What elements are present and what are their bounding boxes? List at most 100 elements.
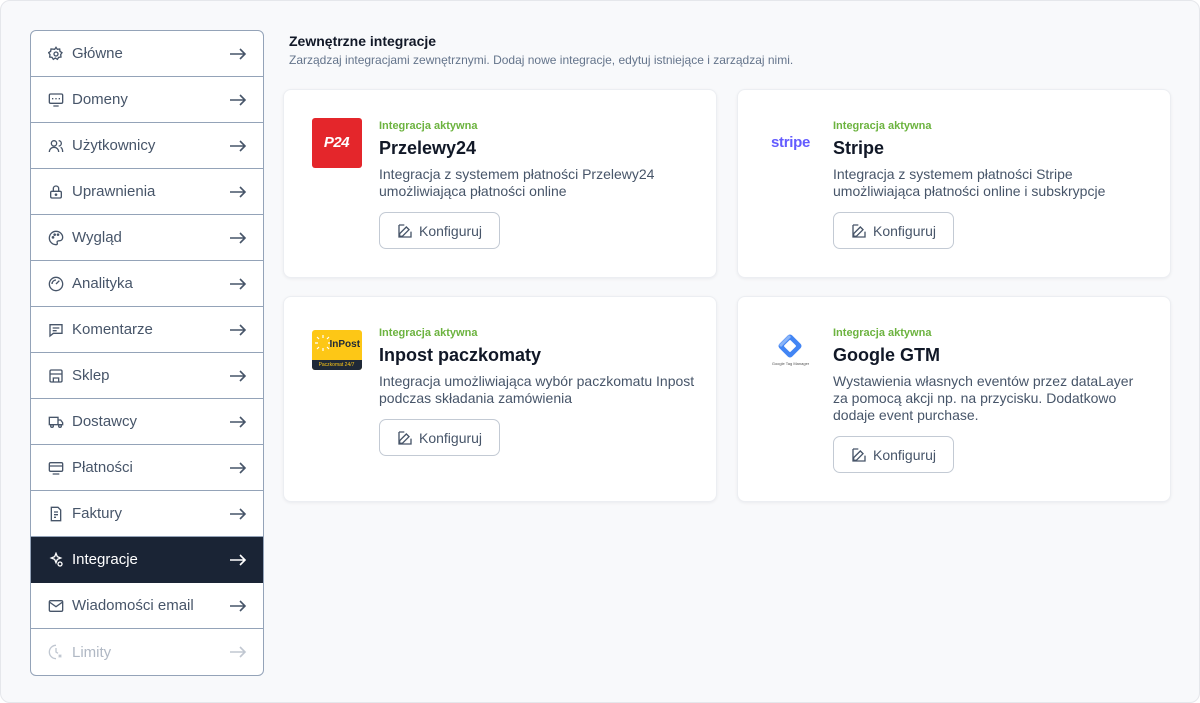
sidebar-item-label: Limity [72, 643, 112, 661]
sidebar-item-label: Integracje [72, 551, 138, 568]
integration-card-google-gtm: Google Tag Manager Integracja aktywna Go… [737, 296, 1171, 502]
arrow-right-icon [230, 553, 247, 566]
configure-button-label: Konfiguruj [873, 222, 937, 239]
configure-button-label: Konfiguruj [873, 446, 937, 463]
sidebar-item-label: Uprawnienia [72, 183, 156, 200]
integration-description: Integracja z systemem płatności Stripe u… [833, 166, 1106, 199]
gtm-logo-caption: Google Tag Manager [771, 361, 810, 366]
sidebar-item-label: Domeny [72, 91, 128, 108]
page-subtitle: Zarządzaj integracjami zewnętrznymi. Dod… [289, 53, 794, 67]
arrow-right-icon [230, 139, 247, 152]
status-badge: Integracja aktywna [379, 327, 478, 339]
domain-icon [47, 91, 65, 109]
edit-icon [851, 447, 867, 463]
sidebar-item-dostawcy[interactable]: Dostawcy [31, 399, 263, 445]
store-icon [47, 367, 65, 385]
arrow-right-icon [230, 185, 247, 198]
users-icon [47, 137, 65, 155]
edit-icon [397, 223, 413, 239]
configure-button[interactable]: Konfiguruj [379, 212, 501, 249]
arrow-right-icon [230, 231, 247, 244]
truck-icon [47, 413, 65, 431]
sidebar-item-label: Sklep [72, 367, 110, 384]
integration-description: Integracja z systemem płatności Przelewy… [379, 166, 655, 199]
integration-card-przelewy24: P24 Integracja aktywna Przelewy24 Integr… [283, 89, 717, 278]
configure-button[interactable]: Konfiguruj [379, 419, 501, 456]
integrations-icon [47, 551, 65, 569]
configure-button[interactable]: Konfiguruj [833, 436, 955, 473]
arrow-right-icon [230, 507, 247, 520]
arrow-right-icon [230, 93, 247, 106]
status-badge: Integracja aktywna [833, 327, 932, 339]
przelewy24-logo: P24 [311, 117, 362, 168]
integration-description: Integracja umożliwiająca wybór paczkomat… [379, 373, 695, 406]
stripe-logo-text: stripe [770, 134, 811, 151]
gauge-icon [47, 275, 65, 293]
arrow-right-icon [230, 461, 247, 474]
arrow-right-icon [230, 277, 247, 290]
sidebar-item-domeny[interactable]: Domeny [31, 77, 263, 123]
status-badge: Integracja aktywna [833, 120, 932, 132]
sidebar-item-wyglad[interactable]: Wygląd [31, 215, 263, 261]
stripe-logo: stripe [765, 117, 816, 168]
page-title: Zewnętrzne integracje [289, 33, 437, 49]
sidebar-item-sklep[interactable]: Sklep [31, 353, 263, 399]
app-frame: Główne Domeny Użytkownicy Uprawnienia Wy… [0, 0, 1200, 703]
settings-sidebar: Główne Domeny Użytkownicy Uprawnienia Wy… [30, 30, 264, 676]
sidebar-item-uzytkownicy[interactable]: Użytkownicy [31, 123, 263, 169]
configure-button[interactable]: Konfiguruj [833, 212, 955, 249]
sidebar-item-label: Wygląd [72, 229, 122, 246]
configure-button-label: Konfiguruj [419, 222, 483, 239]
configure-button-label: Konfiguruj [419, 429, 483, 446]
arrow-right-icon [230, 415, 247, 428]
inpost-logo: InPost Paczkomat 24/7 [311, 324, 362, 375]
edit-icon [851, 223, 867, 239]
sidebar-item-komentarze[interactable]: Komentarze [31, 307, 263, 353]
sidebar-item-limity: Limity [31, 629, 263, 675]
integration-title: Inpost paczkomaty [379, 345, 542, 365]
limits-icon [47, 643, 65, 661]
sidebar-item-analityka[interactable]: Analityka [31, 261, 263, 307]
arrow-right-icon [230, 599, 247, 612]
integration-title: Google GTM [833, 345, 940, 365]
arrow-right-icon [230, 47, 247, 60]
sidebar-item-label: Komentarze [72, 321, 153, 338]
sidebar-item-glowne[interactable]: Główne [31, 31, 263, 77]
sidebar-item-label: Dostawcy [72, 413, 138, 430]
inpost-logo-subtext: Paczkomat 24/7 [311, 359, 362, 370]
google-tag-manager-logo: Google Tag Manager [765, 324, 816, 375]
sidebar-item-label: Wiadomości email [72, 597, 194, 614]
inpost-logo-text: InPost [329, 338, 361, 350]
integration-description: Wystawienia własnych eventów przez dataL… [833, 373, 1134, 423]
arrow-right-icon [230, 369, 247, 382]
invoice-icon [47, 505, 65, 523]
payment-icon [47, 459, 65, 477]
sun-icon [314, 334, 331, 351]
integration-card-inpost: InPost Paczkomat 24/7 Integracja aktywna… [283, 296, 717, 502]
gear-icon [47, 45, 65, 63]
palette-icon [47, 229, 65, 247]
status-badge: Integracja aktywna [379, 120, 478, 132]
sidebar-item-label: Użytkownicy [72, 137, 156, 154]
sidebar-item-label: Główne [72, 45, 123, 62]
integration-card-stripe: stripe Integracja aktywna Stripe Integra… [737, 89, 1171, 278]
sidebar-item-faktury[interactable]: Faktury [31, 491, 263, 537]
inpost-logo-mark: InPost Paczkomat 24/7 [311, 329, 362, 370]
p24-logo-mark: P24 [311, 117, 362, 168]
comment-icon [47, 321, 65, 339]
integration-title: Przelewy24 [379, 138, 477, 158]
sidebar-item-platnosci[interactable]: Płatności [31, 445, 263, 491]
edit-icon [397, 430, 413, 446]
sidebar-item-uprawnienia[interactable]: Uprawnienia [31, 169, 263, 215]
mail-icon [47, 597, 65, 615]
sidebar-item-integracje[interactable]: Integracje [31, 537, 263, 583]
arrow-right-icon [230, 646, 247, 658]
lock-icon [47, 183, 65, 201]
gtm-diamond-icon [778, 334, 802, 358]
integration-title: Stripe [833, 138, 885, 158]
sidebar-item-label: Płatności [72, 459, 133, 476]
arrow-right-icon [230, 323, 247, 336]
sidebar-item-wiadomosci-email[interactable]: Wiadomości email [31, 583, 263, 629]
sidebar-item-label: Analityka [72, 275, 133, 292]
sidebar-item-label: Faktury [72, 505, 123, 522]
